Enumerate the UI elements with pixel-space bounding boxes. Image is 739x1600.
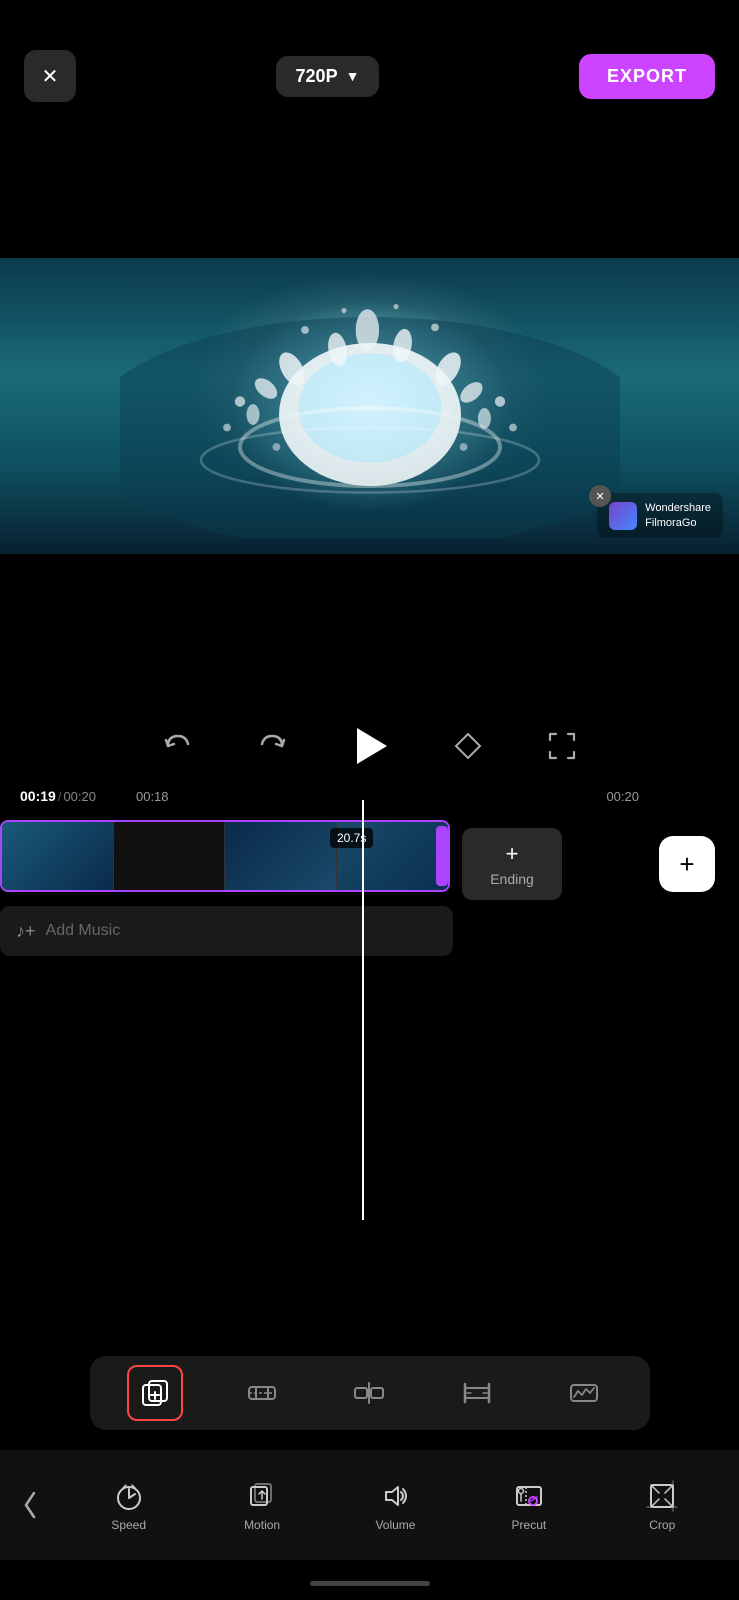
quality-label: 720P	[296, 66, 338, 87]
crop-label: Crop	[649, 1518, 675, 1532]
undo-button[interactable]	[156, 724, 200, 768]
current-time: 00:19	[20, 788, 56, 804]
timeline-timestamps: 00:19 / 00:20 00:18 00:20	[0, 788, 739, 804]
nav-item-volume[interactable]: Volume	[365, 1478, 425, 1532]
quality-selector[interactable]: 720P ▼	[276, 56, 380, 97]
clip-segment-3	[225, 822, 337, 890]
redo-button[interactable]	[250, 724, 294, 768]
precut-icon	[511, 1478, 547, 1514]
copy-icon	[139, 1377, 171, 1409]
extend-tool-button[interactable]	[449, 1365, 505, 1421]
add-clip-button[interactable]: +	[659, 836, 715, 892]
keyframe-icon	[568, 1377, 600, 1409]
timestamp-right: 00:20	[606, 789, 639, 804]
watermark-close-button[interactable]: ✕	[589, 485, 611, 507]
fullscreen-icon	[544, 728, 580, 764]
video-preview: ✕ WondershareFilmoraGo	[0, 258, 739, 554]
timestamp-mid: 00:18	[136, 789, 169, 804]
precut-label: Precut	[512, 1518, 547, 1532]
video-clip-track[interactable]	[0, 820, 450, 892]
playhead	[362, 800, 364, 1220]
split-tool-button[interactable]	[341, 1365, 397, 1421]
ending-button[interactable]: + Ending	[462, 828, 562, 900]
scroll-indicator	[310, 1581, 430, 1586]
copy-tool-button[interactable]	[127, 1365, 183, 1421]
add-music-bar[interactable]: ♪+ Add Music	[0, 906, 453, 956]
watermark: ✕ WondershareFilmoraGo	[597, 493, 723, 538]
speed-label: Speed	[111, 1518, 146, 1532]
clip-duration-badge: 20.7s	[330, 828, 373, 848]
ending-plus-icon: +	[506, 841, 519, 867]
play-button[interactable]	[344, 720, 396, 772]
keyframe-tool-button[interactable]	[556, 1365, 612, 1421]
watermark-brand: WondershareFilmoraGo	[645, 501, 711, 530]
trim-tool-button[interactable]	[234, 1365, 290, 1421]
nav-item-speed[interactable]: Speed	[99, 1478, 159, 1532]
export-button[interactable]: EXPORT	[579, 54, 715, 99]
nav-item-precut[interactable]: Precut	[499, 1478, 559, 1532]
volume-icon	[377, 1478, 413, 1514]
clip-end-handle[interactable]	[436, 826, 448, 886]
add-clip-icon: +	[679, 849, 694, 880]
volume-label: Volume	[375, 1518, 415, 1532]
add-music-label: Add Music	[46, 922, 121, 940]
toolbar-strip	[90, 1356, 650, 1430]
trim-icon	[246, 1377, 278, 1409]
export-label: EXPORT	[607, 66, 687, 86]
music-icon: ♪+	[16, 921, 36, 942]
ending-label: Ending	[490, 871, 534, 887]
extend-icon	[461, 1377, 493, 1409]
close-button[interactable]: ✕	[24, 50, 76, 102]
total-time: 00:20	[63, 789, 96, 804]
play-icon	[357, 728, 387, 764]
split-icon	[353, 1377, 385, 1409]
clip-segment-1	[2, 822, 114, 890]
nav-item-crop[interactable]: Crop	[632, 1478, 692, 1532]
crop-icon	[644, 1478, 680, 1514]
clip-segment-2	[114, 822, 226, 890]
chevron-down-icon: ▼	[346, 68, 360, 84]
back-button[interactable]	[8, 1483, 52, 1527]
fullscreen-button[interactable]	[540, 724, 584, 768]
watermark-logo	[609, 502, 637, 530]
bottom-navigation: Speed Motion Volu	[0, 1450, 739, 1560]
speed-icon	[111, 1478, 147, 1514]
splash-effect	[120, 278, 620, 538]
back-icon	[18, 1485, 42, 1525]
top-bar: ✕ 720P ▼ EXPORT	[0, 0, 739, 122]
nav-item-motion[interactable]: Motion	[232, 1478, 292, 1532]
close-icon: ✕	[42, 64, 59, 89]
undo-icon	[160, 728, 196, 764]
nav-items: Speed Motion Volu	[52, 1478, 739, 1532]
close-icon: ✕	[596, 490, 605, 503]
redo-icon	[254, 728, 290, 764]
playback-controls	[0, 720, 739, 772]
motion-icon	[244, 1478, 280, 1514]
motion-label: Motion	[244, 1518, 280, 1532]
keyframe-button[interactable]	[446, 724, 490, 768]
diamond-icon	[450, 728, 486, 764]
